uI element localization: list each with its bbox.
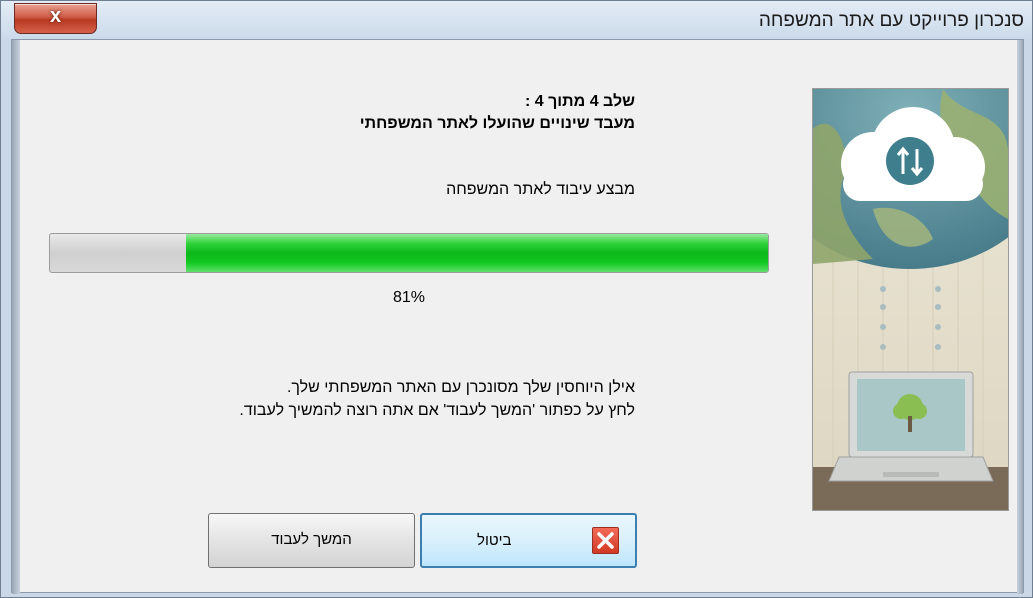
cancel-button[interactable]: ביטול [420, 513, 637, 568]
client-area: שלב 4 מתוך 4 : מעבד שינויים שהועלו לאתר … [11, 39, 1024, 594]
left-frame-border [12, 40, 20, 594]
cloud-sync-illustration [813, 89, 1008, 510]
window-title: סנכרון פרוייקט עם אתר המשפחה [758, 10, 1024, 31]
title-bar[interactable]: x סנכרון פרוייקט עם אתר המשפחה [1, 1, 1032, 39]
step-title: שלב 4 מתוך 4 : [524, 93, 635, 110]
progress-bar [49, 233, 769, 273]
sync-message: אילן היוחסין שלך מסונכרן עם האתר המשפחתי… [286, 379, 635, 396]
cancel-label: ביטול [477, 532, 512, 549]
status-text: מבצע עיבוד לאתר המשפחה [446, 181, 635, 198]
continue-working-button[interactable]: המשך לעבוד [208, 513, 415, 568]
step-subtitle: מעבד שינויים שהועלו לאתר המשפחתי [359, 115, 635, 132]
progress-fill [186, 234, 768, 272]
progress-percent: 81% [392, 289, 426, 306]
right-frame-border [1017, 40, 1023, 594]
close-icon: x [49, 5, 62, 27]
continue-hint: לחץ על כפתור 'המשך לעבוד' אם אתה רוצה לה… [239, 402, 635, 419]
continue-working-label: המשך לעבוד [271, 531, 352, 548]
close-button[interactable]: x [14, 3, 97, 34]
sync-illustration [812, 88, 1009, 511]
dialog-window: x סנכרון פרוייקט עם אתר המשפחה שלב 4 מתו… [0, 0, 1033, 598]
cancel-x-icon [592, 527, 619, 554]
